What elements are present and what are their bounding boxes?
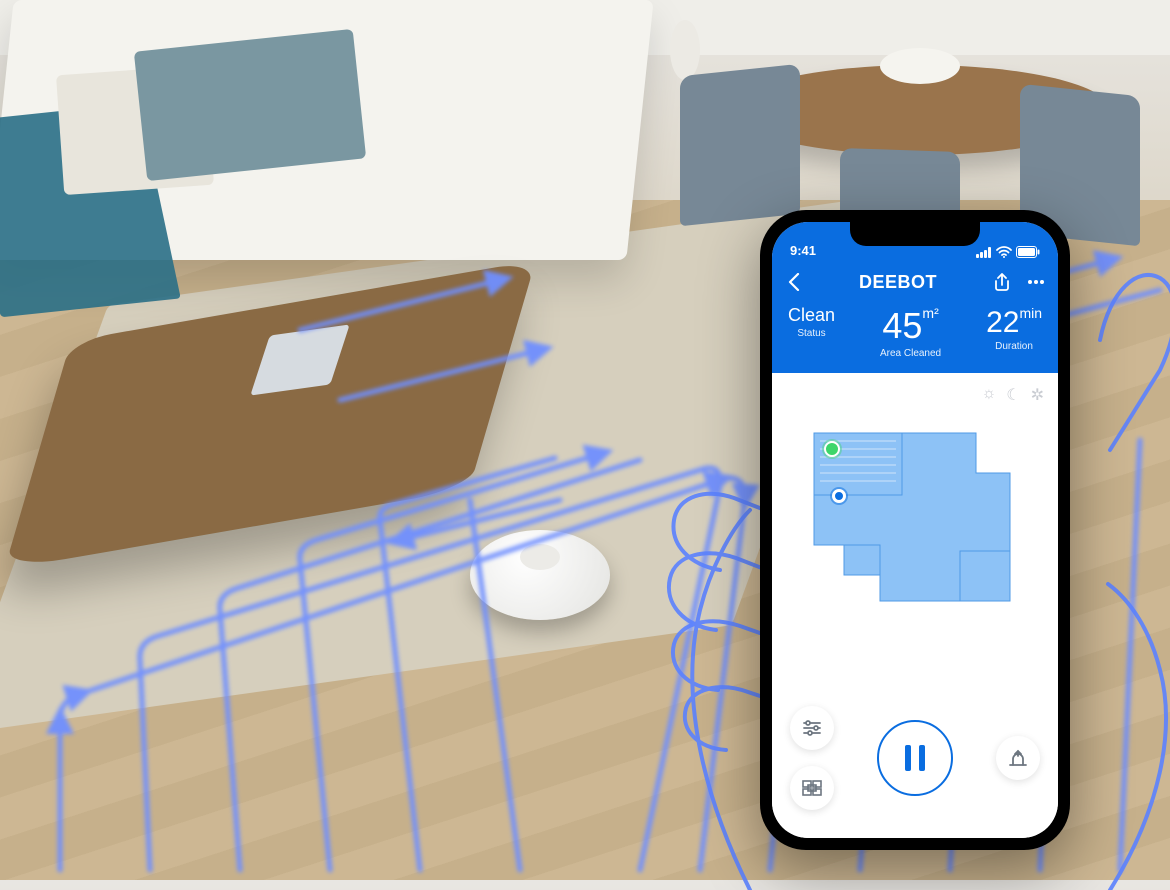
settings-button[interactable] [790, 706, 834, 750]
dock-icon [1007, 749, 1029, 767]
stat-area-cleaned: 45m² Area Cleaned [835, 306, 986, 359]
share-icon [994, 273, 1010, 291]
robot-position-icon [832, 489, 846, 503]
play-pause-button[interactable] [877, 720, 953, 796]
moon-icon: ☾ [1006, 385, 1020, 405]
map-area[interactable]: ☼ ☾ ✲ [772, 373, 1058, 692]
phone-notch [850, 222, 980, 246]
back-button[interactable] [784, 272, 804, 292]
zone-button[interactable] [790, 766, 834, 810]
stat-value: 45 [882, 305, 922, 346]
cellular-signal-icon [976, 247, 992, 258]
floor-lamp [670, 20, 700, 80]
stat-sub: Status [788, 328, 835, 339]
app-title: DEEBOT [859, 272, 937, 293]
stat-duration: 22min Duration [986, 306, 1042, 359]
robot-vacuum [470, 530, 610, 620]
controls-bar [772, 692, 1058, 838]
phone-frame: 9:41 [760, 210, 1070, 850]
pause-icon [905, 745, 925, 771]
chevron-left-icon [788, 273, 800, 291]
wifi-icon [996, 246, 1012, 258]
app-header: DEEBOT Clean Status [772, 260, 1058, 373]
stat-sub: Area Cleaned [835, 348, 986, 359]
sliders-icon [802, 720, 822, 736]
floorplan [810, 425, 1020, 615]
hand-holding-phone: 9:41 [640, 170, 1170, 890]
charger-icon [824, 441, 840, 457]
share-button[interactable] [992, 272, 1012, 292]
map-mode-icons: ☼ ☾ ✲ [982, 385, 1044, 405]
stat-value: 22 [986, 306, 1019, 339]
wall-icon [802, 780, 822, 796]
pillow-blue [134, 29, 366, 181]
stat-clean-status: Clean Status [788, 306, 835, 359]
fruit-bowl [880, 48, 960, 84]
phone-screen: 9:41 [772, 222, 1058, 838]
more-button[interactable] [1026, 272, 1046, 292]
sun-icon: ☼ [982, 385, 997, 405]
battery-icon [1016, 246, 1040, 258]
stats-row: Clean Status 45m² Area Cleaned 22min Dur… [784, 300, 1046, 373]
status-time: 9:41 [790, 243, 816, 258]
stat-unit: min [1019, 305, 1042, 321]
dock-button[interactable] [996, 736, 1040, 780]
more-icon [1027, 279, 1045, 285]
stat-label: Clean [788, 306, 835, 326]
stat-unit: m² [922, 305, 938, 321]
fan-icon: ✲ [1031, 385, 1044, 405]
stat-sub: Duration [986, 341, 1042, 352]
